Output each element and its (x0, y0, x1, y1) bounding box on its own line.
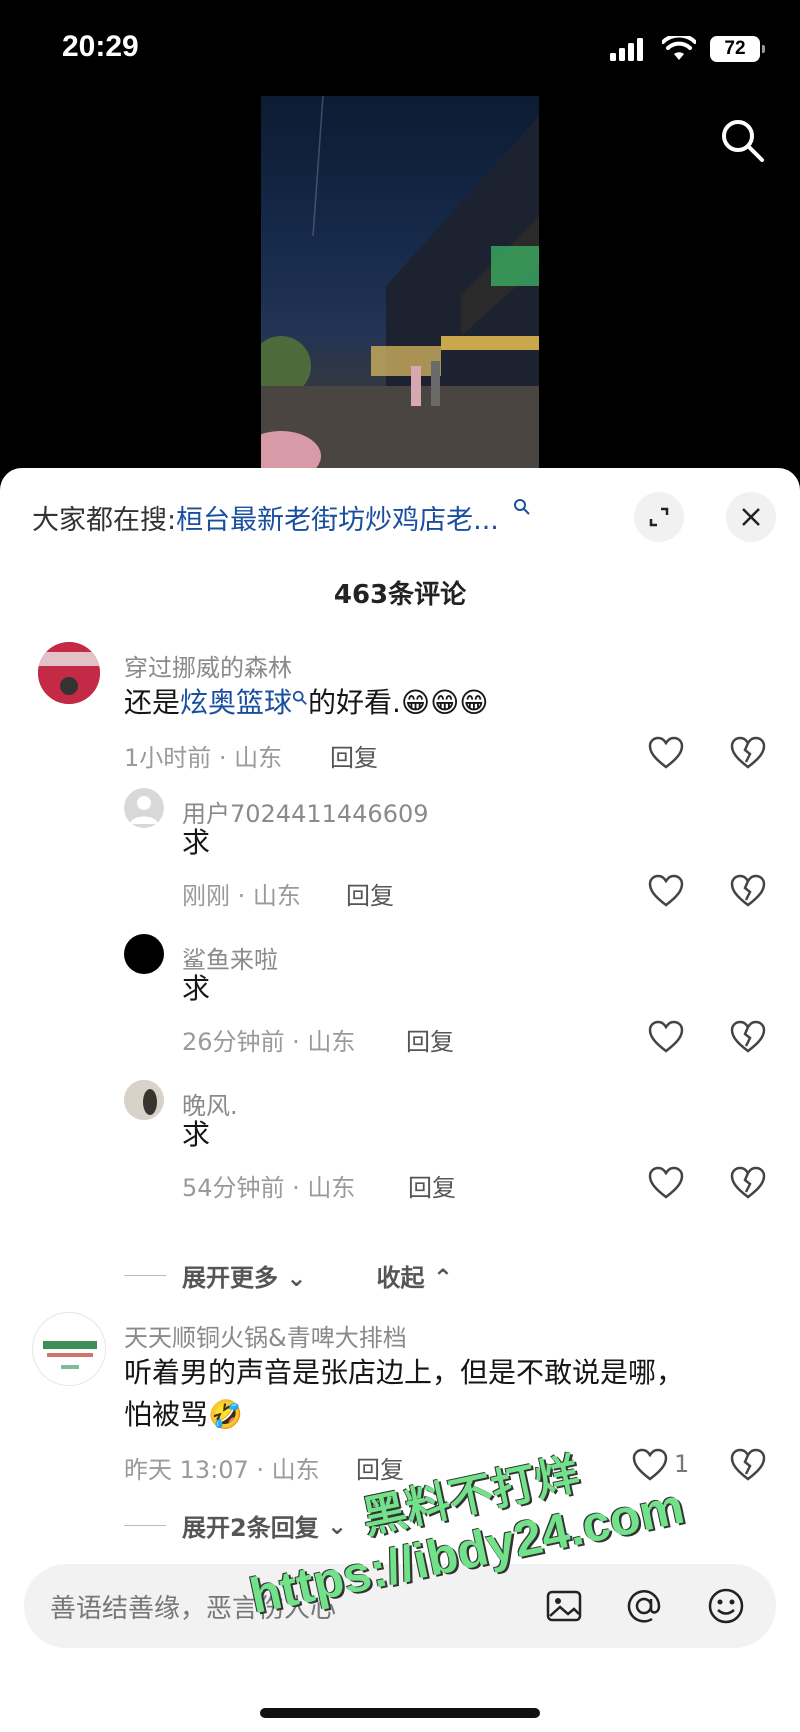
expand-collapse-row: 展开更多 ⌄ 收起 ⌃ (124, 1258, 453, 1293)
heart-icon[interactable] (632, 1448, 668, 1482)
expand-more-label: 展开更多 (182, 1264, 278, 1292)
emoji-icon[interactable] (706, 1586, 746, 1626)
collapse-button[interactable]: 收起 ⌃ (376, 1258, 452, 1293)
comment-meta: 1小时前 · 山东 (124, 744, 283, 772)
search-link[interactable]: 炫奥篮球 (180, 686, 292, 719)
at-icon[interactable] (624, 1586, 664, 1626)
comment-input[interactable]: 善语结善缘，恶言伤人心 (24, 1564, 776, 1648)
reply-item: 用户7024411446609 求 刚刚 · 山东 回复 (0, 788, 800, 928)
comment-item: 穿过挪威的森林 还是炫奥篮球 的好看.😁😁😁 1小时前 · 山东 回复 (0, 642, 800, 792)
heart-icon[interactable] (648, 1020, 684, 1054)
avatar[interactable] (38, 642, 100, 704)
battery-indicator: 72 (710, 36, 765, 62)
expand-replies-row[interactable]: 展开2条回复 ⌄ (124, 1508, 347, 1543)
wifi-icon (662, 36, 696, 60)
video-player[interactable] (261, 96, 539, 468)
close-icon (742, 508, 760, 526)
avatar[interactable] (124, 1080, 164, 1120)
status-time: 20:29 (62, 30, 139, 63)
avatar[interactable] (124, 934, 164, 974)
comment-text-line2: 怕被骂🤣 (124, 1398, 243, 1431)
divider (124, 1525, 166, 1526)
comment-username[interactable]: 穿过挪威的森林 (124, 648, 292, 683)
reply-button[interactable]: 回复 (406, 1022, 454, 1057)
shop-logo (43, 1341, 97, 1369)
reply-item: 晚风. 求 54分钟前 · 山东 回复 (0, 1080, 800, 1220)
comment-username[interactable]: 天天顺铜火锅&青啤大排档 (124, 1318, 407, 1353)
expand-icon (649, 507, 669, 527)
comment-sheet: 大家都在搜:桓台最新老街坊炒鸡店老... 463条评论 穿过挪威的森林 还是炫奥… (0, 468, 800, 1732)
heart-icon[interactable] (648, 874, 684, 908)
comment-text: 求 (182, 1118, 211, 1151)
comment-text-suffix: 的好看.😁😁😁 (308, 686, 489, 719)
divider (124, 1275, 166, 1276)
avatar-image (38, 642, 100, 704)
status-bar: 20:29 72 (0, 0, 800, 100)
comment-text-line1: 听着男的声音是张店边上，但是不敢说是哪， (124, 1356, 685, 1389)
hot-search-prefix: 大家都在搜: (32, 505, 177, 536)
reply-item: 鲨鱼来啦 求 26分钟前 · 山东 回复 (0, 934, 800, 1074)
expand-button[interactable] (634, 492, 684, 542)
image-icon[interactable] (544, 1586, 584, 1626)
avatar[interactable] (124, 788, 164, 828)
comment-meta: 54分钟前 · 山东 (182, 1174, 356, 1202)
reply-button[interactable]: 回复 (356, 1450, 404, 1485)
hot-search-bar[interactable]: 大家都在搜:桓台最新老街坊炒鸡店老... (32, 498, 622, 537)
reply-button[interactable]: 回复 (346, 876, 394, 911)
input-placeholder: 善语结善缘，恶言伤人心 (50, 1594, 337, 1624)
search-icon[interactable] (718, 116, 768, 166)
like-count: 1 (674, 1450, 690, 1478)
broken-heart-icon[interactable] (730, 1166, 766, 1200)
status-icons: 72 (610, 34, 765, 64)
avatar-image (124, 1080, 164, 1120)
broken-heart-icon[interactable] (730, 1020, 766, 1054)
reply-button[interactable]: 回复 (330, 738, 378, 773)
comment-text: 还是炫奥篮球 的好看.😁😁😁 (124, 682, 489, 724)
broken-heart-icon[interactable] (730, 1448, 766, 1482)
heart-icon[interactable] (648, 736, 684, 770)
expand-more-button[interactable]: 展开更多 ⌄ (182, 1258, 306, 1293)
comment-text: 求 (182, 826, 211, 859)
expand-replies-label: 展开2条回复 (182, 1514, 319, 1542)
comment-meta: 刚刚 · 山东 (182, 882, 301, 910)
broken-heart-icon[interactable] (730, 874, 766, 908)
default-avatar-icon (130, 796, 158, 824)
reply-button[interactable]: 回复 (408, 1168, 456, 1203)
broken-heart-icon[interactable] (730, 736, 766, 770)
chevron-down-icon: ⌄ (318, 1511, 348, 1540)
comment-username[interactable]: 用户7024411446609 (182, 794, 429, 829)
comment-meta: 26分钟前 · 山东 (182, 1028, 356, 1056)
heart-icon[interactable] (648, 1166, 684, 1200)
search-small-icon (514, 499, 531, 515)
comments-count: 463条评论 (333, 580, 467, 610)
comment-item: 天天顺铜火锅&青啤大排档 听着男的声音是张店边上，但是不敢说是哪， 怕被骂🤣 昨… (0, 1312, 800, 1512)
comment-text-prefix: 还是 (124, 686, 181, 719)
hot-search-term[interactable]: 桓台最新老街坊炒鸡店老... (176, 505, 499, 536)
signal-icon (610, 38, 643, 61)
comment-meta: 昨天 13:07 · 山东 (124, 1456, 320, 1484)
collapse-label: 收起 (376, 1264, 425, 1292)
avatar[interactable] (32, 1312, 106, 1386)
comment-text: 求 (182, 972, 211, 1005)
close-button[interactable] (726, 492, 776, 542)
home-indicator[interactable] (260, 1708, 540, 1718)
search-small-icon (292, 690, 307, 705)
video-frame (261, 96, 539, 468)
